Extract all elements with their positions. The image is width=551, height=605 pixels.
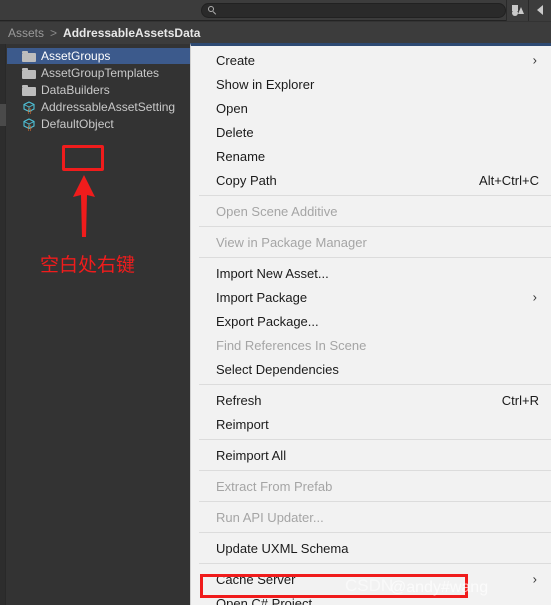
tree-item-assetgrouptemplates[interactable]: AssetGroupTemplates — [7, 65, 190, 81]
menu-item-select-dependencies[interactable]: Select Dependencies — [191, 357, 551, 381]
shape-filter-icon — [511, 4, 525, 17]
menu-item-label: Create — [216, 52, 256, 68]
chevron-right-icon: › — [532, 52, 537, 68]
menu-item-label: Reimport All — [216, 447, 287, 463]
watermark-text: CSDN — [345, 576, 394, 595]
menu-item-reimport[interactable]: Reimport — [191, 412, 551, 436]
menu-item-label: Extract From Prefab — [216, 478, 333, 494]
menu-item-label: Find References In Scene — [216, 337, 367, 353]
scriptable-object-icon: {} — [22, 100, 36, 115]
menu-item-import-package[interactable]: Import Package › — [191, 285, 551, 309]
menu-item-label: Refresh — [216, 392, 262, 408]
breadcrumb: Assets > AddressableAssetsData — [0, 22, 551, 44]
collapse-panel-button[interactable] — [529, 0, 551, 21]
menu-item-shortcut: Alt+Ctrl+C — [479, 172, 539, 188]
context-menu: Create › Show in Explorer Open Delete Rename C… — [190, 43, 551, 605]
menu-item-copy-path[interactable]: Copy Path Alt+Ctrl+C — [191, 168, 551, 192]
tree-item-label: DataBuilders — [41, 83, 110, 97]
menu-item-shortcut: Ctrl+R — [501, 392, 539, 408]
menu-separator — [199, 532, 551, 533]
menu-item-label: Reimport — [216, 416, 269, 432]
tree-item-assetgroups[interactable]: AssetGroups — [7, 48, 190, 64]
menu-item-label: Open Scene Additive — [216, 203, 338, 219]
scrollbar-thumb[interactable] — [0, 104, 6, 126]
menu-item-label: Open C# Project — [216, 595, 313, 605]
shape-filter-button[interactable] — [506, 0, 529, 21]
tree-item-addressableassetsettings[interactable]: {} AddressableAssetSetting — [7, 99, 190, 115]
chevron-right-icon: › — [532, 571, 537, 587]
menu-item-open[interactable]: Open — [191, 96, 551, 120]
menu-item-label: Delete — [216, 124, 254, 140]
menu-item-extract-from-prefab: Extract From Prefab — [191, 474, 551, 498]
annotation-arrow-icon — [72, 175, 96, 237]
tree-item-label: AddressableAssetSetting — [41, 100, 176, 114]
menu-separator — [199, 470, 551, 471]
chevron-right-icon: › — [532, 289, 537, 305]
folder-icon — [22, 84, 36, 96]
breadcrumb-separator-icon: > — [50, 26, 58, 40]
menu-item-label: Copy Path — [216, 172, 277, 188]
menu-item-show-in-explorer[interactable]: Show in Explorer — [191, 72, 551, 96]
menu-item-label: Rename — [216, 148, 266, 164]
menu-item-refresh[interactable]: Refresh Ctrl+R — [191, 388, 551, 412]
folder-icon — [22, 67, 36, 79]
chevron-left-icon — [537, 5, 544, 15]
tree-item-label: AssetGroups — [41, 49, 111, 63]
watermark-handle: @andy#wang — [390, 579, 489, 596]
menu-item-open-scene-additive: Open Scene Additive — [191, 199, 551, 223]
annotation-text: 空白处右键 — [40, 254, 136, 276]
menu-item-label: Import Package — [216, 289, 308, 305]
menu-item-rename[interactable]: Rename — [191, 144, 551, 168]
menu-item-label: Show in Explorer — [216, 76, 315, 92]
menu-item-label: Import New Asset... — [216, 265, 329, 281]
menu-item-find-references-in-scene: Find References In Scene — [191, 333, 551, 357]
menu-separator — [199, 226, 551, 227]
menu-separator — [199, 195, 551, 196]
menu-item-run-api-updater: Run API Updater... — [191, 505, 551, 529]
menu-separator — [199, 439, 551, 440]
menu-item-label: Run API Updater... — [216, 509, 324, 525]
menu-separator — [199, 501, 551, 502]
menu-separator — [199, 563, 551, 564]
menu-item-label: Update UXML Schema — [216, 540, 349, 556]
menu-item-view-in-package-manager: View in Package Manager — [191, 230, 551, 254]
menu-separator — [199, 257, 551, 258]
menu-item-update-uxml-schema[interactable]: Update UXML Schema — [191, 536, 551, 560]
menu-item-label: View in Package Manager — [216, 234, 367, 250]
annotation-rectangle — [62, 145, 104, 171]
vertical-scrollbar[interactable] — [0, 44, 6, 605]
menu-item-label: Select Dependencies — [216, 361, 339, 377]
menu-item-reimport-all[interactable]: Reimport All — [191, 443, 551, 467]
search-input[interactable] — [201, 2, 506, 18]
menu-item-export-package[interactable]: Export Package... — [191, 309, 551, 333]
breadcrumb-item-assets[interactable]: Assets — [8, 26, 44, 40]
menu-item-label: Export Package... — [216, 313, 319, 329]
search-icon — [208, 5, 217, 15]
tree-item-defaultobject[interactable]: {} DefaultObject — [7, 116, 190, 132]
tree-item-label: AssetGroupTemplates — [41, 66, 160, 80]
breadcrumb-item-current[interactable]: AddressableAssetsData — [63, 26, 200, 40]
menu-item-import-new-asset[interactable]: Import New Asset... — [191, 261, 551, 285]
svg-text:{}: {} — [27, 108, 32, 114]
tree-item-databuilders[interactable]: DataBuilders — [7, 82, 190, 98]
menu-item-label: Open — [216, 100, 248, 116]
menu-item-delete[interactable]: Delete — [191, 120, 551, 144]
tree-item-label: DefaultObject — [41, 117, 114, 131]
menu-separator — [199, 384, 551, 385]
folder-icon — [22, 50, 36, 62]
scriptable-object-icon: {} — [22, 117, 36, 132]
unity-project-window: Assets > AddressableAssetsData AssetGrou… — [0, 0, 551, 605]
project-toolbar — [0, 0, 551, 21]
svg-text:{}: {} — [27, 125, 32, 131]
menu-item-create[interactable]: Create › — [191, 48, 551, 72]
